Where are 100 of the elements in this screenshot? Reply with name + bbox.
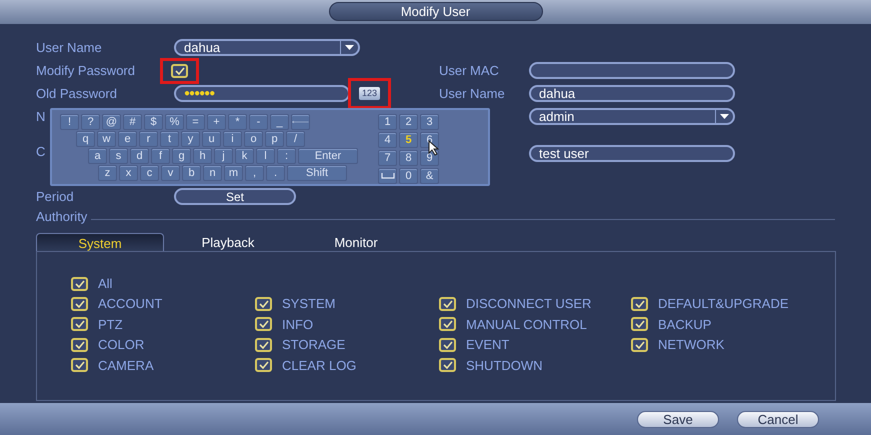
- keyboard-key[interactable]: 1: [378, 114, 397, 130]
- keyboard-key[interactable]: 4: [378, 132, 397, 148]
- checkbox[interactable]: [255, 317, 272, 332]
- field-label: User Name: [36, 40, 102, 54]
- memo-field[interactable]: test user: [529, 145, 735, 162]
- keyboard-key[interactable]: !: [60, 114, 79, 130]
- keyboard-toggle-button[interactable]: 123: [359, 87, 380, 100]
- check-icon: [258, 340, 268, 349]
- tab[interactable]: Monitor: [292, 232, 420, 250]
- field-label: N: [36, 108, 46, 126]
- keyboard-key[interactable]: r: [139, 131, 158, 147]
- checkbox-label: STORAGE: [282, 336, 346, 354]
- keyboard-key[interactable]: -: [249, 114, 268, 130]
- keyboard-key[interactable]: [378, 168, 397, 184]
- keyboard-key[interactable]: t: [160, 131, 179, 147]
- keyboard-key[interactable]: .: [266, 165, 285, 181]
- dialog-button[interactable]: Cancel: [737, 410, 819, 428]
- field-label: Old Password: [36, 86, 117, 100]
- checkbox[interactable]: [71, 296, 88, 311]
- checkbox[interactable]: [71, 317, 88, 332]
- keyboard-key[interactable]: v: [161, 165, 180, 181]
- keyboard-key[interactable]: 0: [399, 168, 418, 184]
- checkbox[interactable]: [71, 338, 88, 352]
- keyboard-key[interactable]: q: [76, 131, 95, 147]
- keyboard-key[interactable]: l: [256, 148, 275, 164]
- checkbox[interactable]: [631, 317, 648, 332]
- checkbox[interactable]: [255, 358, 272, 372]
- keyboard-key[interactable]: 2: [399, 114, 418, 130]
- tab[interactable]: Playback: [164, 232, 292, 250]
- keyboard-key[interactable]: a: [88, 148, 107, 164]
- keyboard-key[interactable]: j: [214, 148, 233, 164]
- keyboard-key[interactable]: ,: [245, 165, 264, 181]
- dialog-button[interactable]: Save: [637, 410, 719, 428]
- password-field[interactable]: ●●●●●●: [174, 85, 350, 102]
- keyboard-key[interactable]: &: [420, 168, 439, 184]
- keyboard-key[interactable]: Enter: [298, 148, 358, 164]
- checkbox[interactable]: [255, 338, 272, 352]
- keyboard-key[interactable]: y: [181, 131, 200, 147]
- keyboard-key[interactable]: @: [102, 114, 121, 130]
- keyboard-key[interactable]: z: [98, 165, 117, 181]
- set-button[interactable]: Set: [174, 188, 296, 205]
- keyboard-key[interactable]: #: [123, 114, 142, 130]
- keyboard-key[interactable]: +: [207, 114, 226, 130]
- keyboard-key[interactable]: p: [265, 131, 284, 147]
- keyboard-key[interactable]: 9: [420, 150, 439, 166]
- keyboard-key[interactable]: 5: [399, 132, 418, 148]
- keyboard-key[interactable]: 3: [420, 114, 439, 130]
- keyboard-key[interactable]: i: [223, 131, 242, 147]
- checkbox[interactable]: [255, 296, 272, 311]
- group-dropdown[interactable]: admin: [529, 108, 735, 125]
- keyboard-key[interactable]: 8: [399, 150, 418, 166]
- checkbox[interactable]: [71, 358, 88, 372]
- keyboard-key[interactable]: x: [119, 165, 138, 181]
- keyboard-key[interactable]: b: [182, 165, 201, 181]
- checkbox-label: All: [98, 274, 112, 293]
- check-icon: [74, 340, 84, 349]
- keyboard-key[interactable]: ?: [81, 114, 100, 130]
- keyboard-key[interactable]: Shift: [287, 165, 347, 181]
- checkbox[interactable]: [439, 358, 456, 372]
- keyboard-key[interactable]: g: [172, 148, 191, 164]
- keyboard-key[interactable]: *: [228, 114, 247, 130]
- checkbox[interactable]: [439, 296, 456, 311]
- keyboard-key[interactable]: w: [97, 131, 116, 147]
- checkbox[interactable]: [71, 276, 88, 290]
- user-name-field[interactable]: dahua: [529, 85, 735, 102]
- keyboard-key[interactable]: d: [130, 148, 149, 164]
- keyboard-key[interactable]: 7: [378, 150, 397, 166]
- keyboard-key[interactable]: f: [151, 148, 170, 164]
- keyboard-key[interactable]: c: [140, 165, 159, 181]
- checkbox-label: EVENT: [466, 336, 510, 354]
- user-name-dropdown[interactable]: dahua: [174, 39, 360, 56]
- keyboard-key[interactable]: s: [109, 148, 128, 164]
- checkbox[interactable]: [631, 338, 648, 352]
- keyboard-key[interactable]: o: [244, 131, 263, 147]
- keyboard-key[interactable]: _: [270, 114, 289, 130]
- checkbox[interactable]: [439, 338, 456, 352]
- check-icon: [634, 300, 644, 308]
- check-icon: [258, 300, 268, 308]
- keyboard-key[interactable]: %: [165, 114, 184, 130]
- keyboard-key[interactable]: u: [202, 131, 221, 147]
- checkbox-label: SYSTEM: [282, 295, 336, 313]
- keyboard-key[interactable]: n: [203, 165, 222, 181]
- keyboard-key[interactable]: m: [224, 165, 243, 181]
- keyboard-key[interactable]: :: [277, 148, 296, 164]
- window-title: Modify User: [328, 2, 542, 21]
- keyboard-key[interactable]: h: [193, 148, 212, 164]
- check-icon: [442, 320, 452, 328]
- keyboard-key[interactable]: /: [286, 131, 305, 147]
- check-icon: [74, 300, 84, 308]
- checkbox[interactable]: [439, 317, 456, 332]
- checkbox-label: DEFAULT&UPGRADE: [658, 295, 789, 313]
- field-label: User MAC: [439, 62, 499, 78]
- checkbox[interactable]: [171, 64, 188, 78]
- keyboard-key[interactable]: e: [118, 131, 137, 147]
- keyboard-key[interactable]: $: [144, 114, 163, 130]
- checkbox[interactable]: [631, 296, 648, 311]
- user-mac-field[interactable]: [529, 62, 735, 79]
- tab[interactable]: System: [36, 232, 164, 250]
- keyboard-key[interactable]: k: [235, 148, 254, 164]
- keyboard-key[interactable]: =: [186, 114, 205, 130]
